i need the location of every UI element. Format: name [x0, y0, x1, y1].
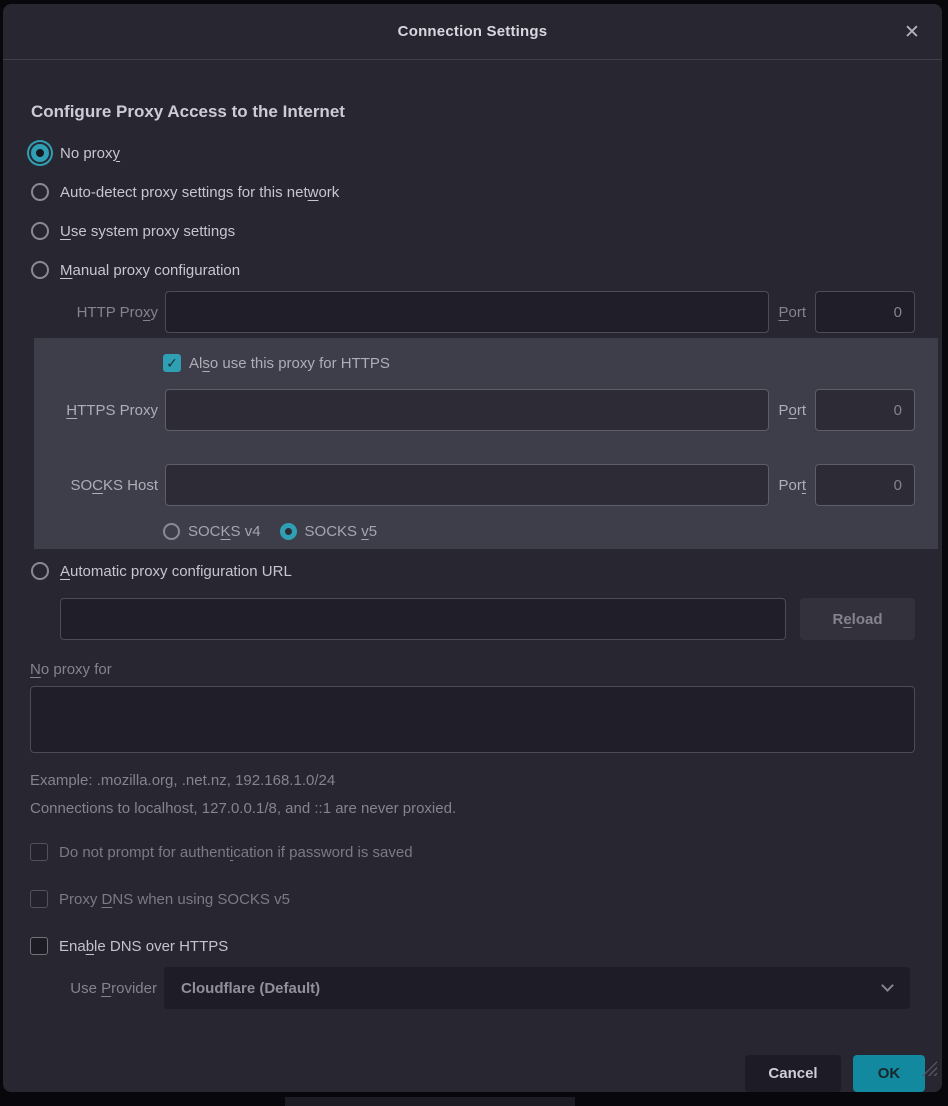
radio-socks-v5[interactable]	[280, 523, 297, 540]
radio-manual-proxy[interactable]	[31, 261, 49, 279]
auto-config-url-input[interactable]	[60, 598, 786, 640]
radio-row-no-proxy[interactable]: No proxy	[31, 141, 915, 165]
no-proxy-for-label: No proxy for	[30, 661, 915, 678]
radio-auto-detect-label: Auto-detect proxy settings for this netw…	[60, 184, 339, 201]
socks-host-label: SOCKS Host	[34, 477, 165, 494]
https-port-input[interactable]	[815, 389, 915, 431]
enable-doh-row[interactable]: Enable DNS over HTTPS	[30, 934, 915, 958]
no-prompt-auth-row[interactable]: Do not prompt for authentication if pass…	[30, 840, 915, 864]
also-https-label: Also use this proxy for HTTPS	[189, 355, 390, 372]
localhost-note-text: Connections to localhost, 127.0.0.1/8, a…	[30, 800, 915, 817]
radio-row-manual-proxy[interactable]: Manual proxy configuration	[31, 258, 915, 282]
radio-auto-detect[interactable]	[31, 183, 49, 201]
proxy-dns-socks5-row[interactable]: Proxy DNS when using SOCKS v5	[30, 887, 915, 911]
radio-socks-v4[interactable]	[163, 523, 180, 540]
ok-button[interactable]: OK	[853, 1055, 925, 1092]
https-port-label: Port	[778, 402, 806, 419]
radio-manual-proxy-label: Manual proxy configuration	[60, 262, 240, 279]
radio-no-proxy-label: No proxy	[60, 145, 120, 162]
highlighted-section: ✓ Also use this proxy for HTTPS HTTPS Pr…	[34, 338, 938, 549]
proxy-dns-socks5-label: Proxy DNS when using SOCKS v5	[59, 891, 290, 908]
no-proxy-for-textarea[interactable]	[30, 686, 915, 753]
dialog-title: Connection Settings	[398, 23, 548, 40]
page-title: Configure Proxy Access to the Internet	[31, 102, 915, 122]
radio-row-auto-detect[interactable]: Auto-detect proxy settings for this netw…	[31, 180, 915, 204]
socks-version-row: SOCKS v4 SOCKS v5	[34, 522, 915, 540]
http-proxy-label: HTTP Proxy	[30, 304, 165, 321]
close-icon[interactable]: ✕	[900, 20, 924, 44]
socks-port-label: Port	[778, 477, 806, 494]
socks-port-input[interactable]	[815, 464, 915, 506]
reload-button[interactable]: Reload	[800, 598, 915, 640]
reload-button-label: Reload	[832, 611, 882, 628]
no-prompt-auth-label: Do not prompt for authentication if pass…	[59, 844, 413, 861]
background-page-fragment	[285, 1097, 575, 1106]
no-proxy-example-text: Example: .mozilla.org, .net.nz, 192.168.…	[30, 772, 915, 789]
dialog-footer: Cancel OK	[3, 1041, 942, 1092]
socks-v4-label: SOCKS v4	[188, 523, 261, 540]
radio-no-proxy[interactable]	[31, 144, 49, 162]
radio-auto-config-url-label: Automatic proxy configuration URL	[60, 563, 292, 580]
https-proxy-label: HTTPS Proxy	[34, 402, 165, 419]
chevron-down-icon	[881, 979, 894, 992]
socks-host-input[interactable]	[165, 464, 769, 506]
dialog-titlebar: Connection Settings ✕	[3, 4, 942, 60]
enable-doh-label: Enable DNS over HTTPS	[59, 938, 228, 955]
http-proxy-input[interactable]	[165, 291, 769, 333]
cancel-button[interactable]: Cancel	[745, 1055, 841, 1092]
auto-config-url-row: Reload	[60, 598, 915, 640]
also-https-checkbox-row[interactable]: ✓ Also use this proxy for HTTPS	[34, 351, 915, 375]
enable-doh-checkbox[interactable]	[30, 937, 48, 955]
radio-auto-config-url[interactable]	[31, 562, 49, 580]
spacer	[34, 431, 915, 464]
proxy-dns-socks5-checkbox[interactable]	[30, 890, 48, 908]
https-proxy-row: HTTPS Proxy Port	[34, 389, 915, 431]
provider-row: Use Provider Cloudflare (Default)	[30, 967, 915, 1009]
provider-dropdown-value: Cloudflare (Default)	[181, 980, 320, 997]
radio-system-proxy-label: Use system proxy settings	[60, 223, 235, 240]
provider-dropdown[interactable]: Cloudflare (Default)	[164, 967, 910, 1009]
dialog-content: Configure Proxy Access to the Internet N…	[3, 60, 942, 1041]
radio-row-auto-config-url[interactable]: Automatic proxy configuration URL	[31, 559, 915, 583]
check-icon: ✓	[166, 355, 178, 372]
radio-row-system-proxy[interactable]: Use system proxy settings	[31, 219, 915, 243]
use-provider-label: Use Provider	[30, 980, 164, 997]
http-port-input[interactable]	[815, 291, 915, 333]
socks-host-row: SOCKS Host Port	[34, 464, 915, 506]
http-proxy-row: HTTP Proxy Port	[30, 291, 915, 333]
no-prompt-auth-checkbox[interactable]	[30, 843, 48, 861]
http-port-label: Port	[778, 304, 806, 321]
socks-v5-group[interactable]: SOCKS v5	[280, 523, 378, 540]
connection-settings-dialog: Connection Settings ✕ Configure Proxy Ac…	[3, 4, 942, 1092]
also-https-checkbox[interactable]: ✓	[163, 354, 181, 372]
socks-v5-label: SOCKS v5	[305, 523, 378, 540]
radio-system-proxy[interactable]	[31, 222, 49, 240]
https-proxy-input[interactable]	[165, 389, 769, 431]
